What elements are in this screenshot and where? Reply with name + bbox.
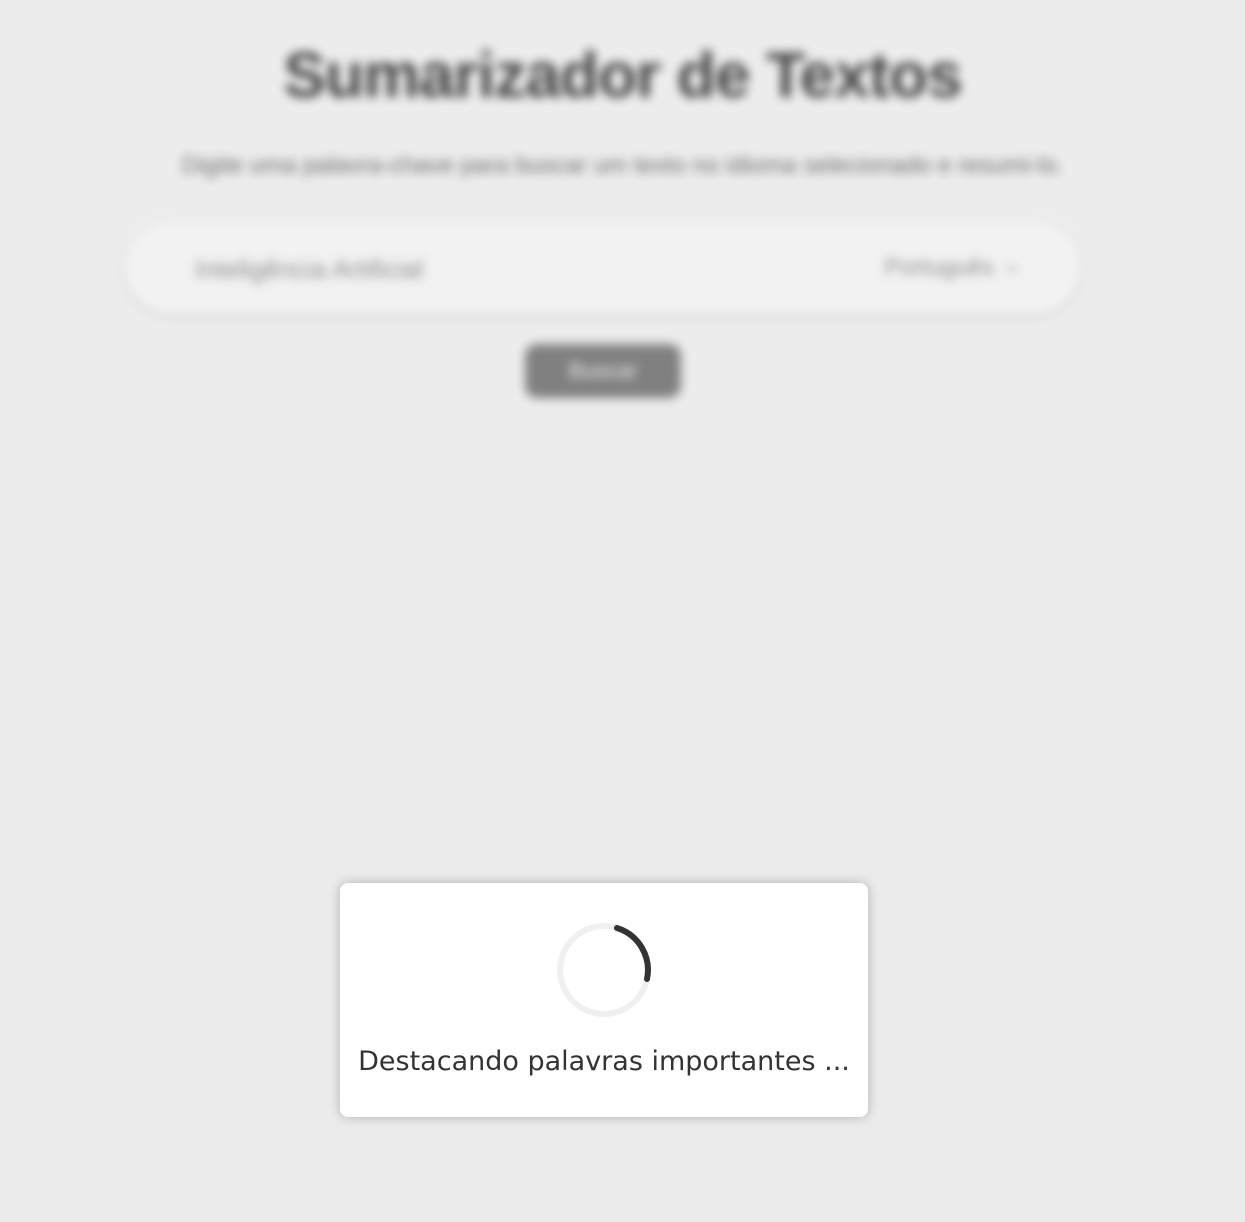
loading-message: Destacando palavras importantes ... — [358, 1046, 850, 1077]
loading-dialog: Destacando palavras importantes ... — [340, 883, 868, 1117]
spinner-icon — [557, 923, 651, 1017]
loading-overlay: Destacando palavras importantes ... — [0, 0, 1245, 1222]
